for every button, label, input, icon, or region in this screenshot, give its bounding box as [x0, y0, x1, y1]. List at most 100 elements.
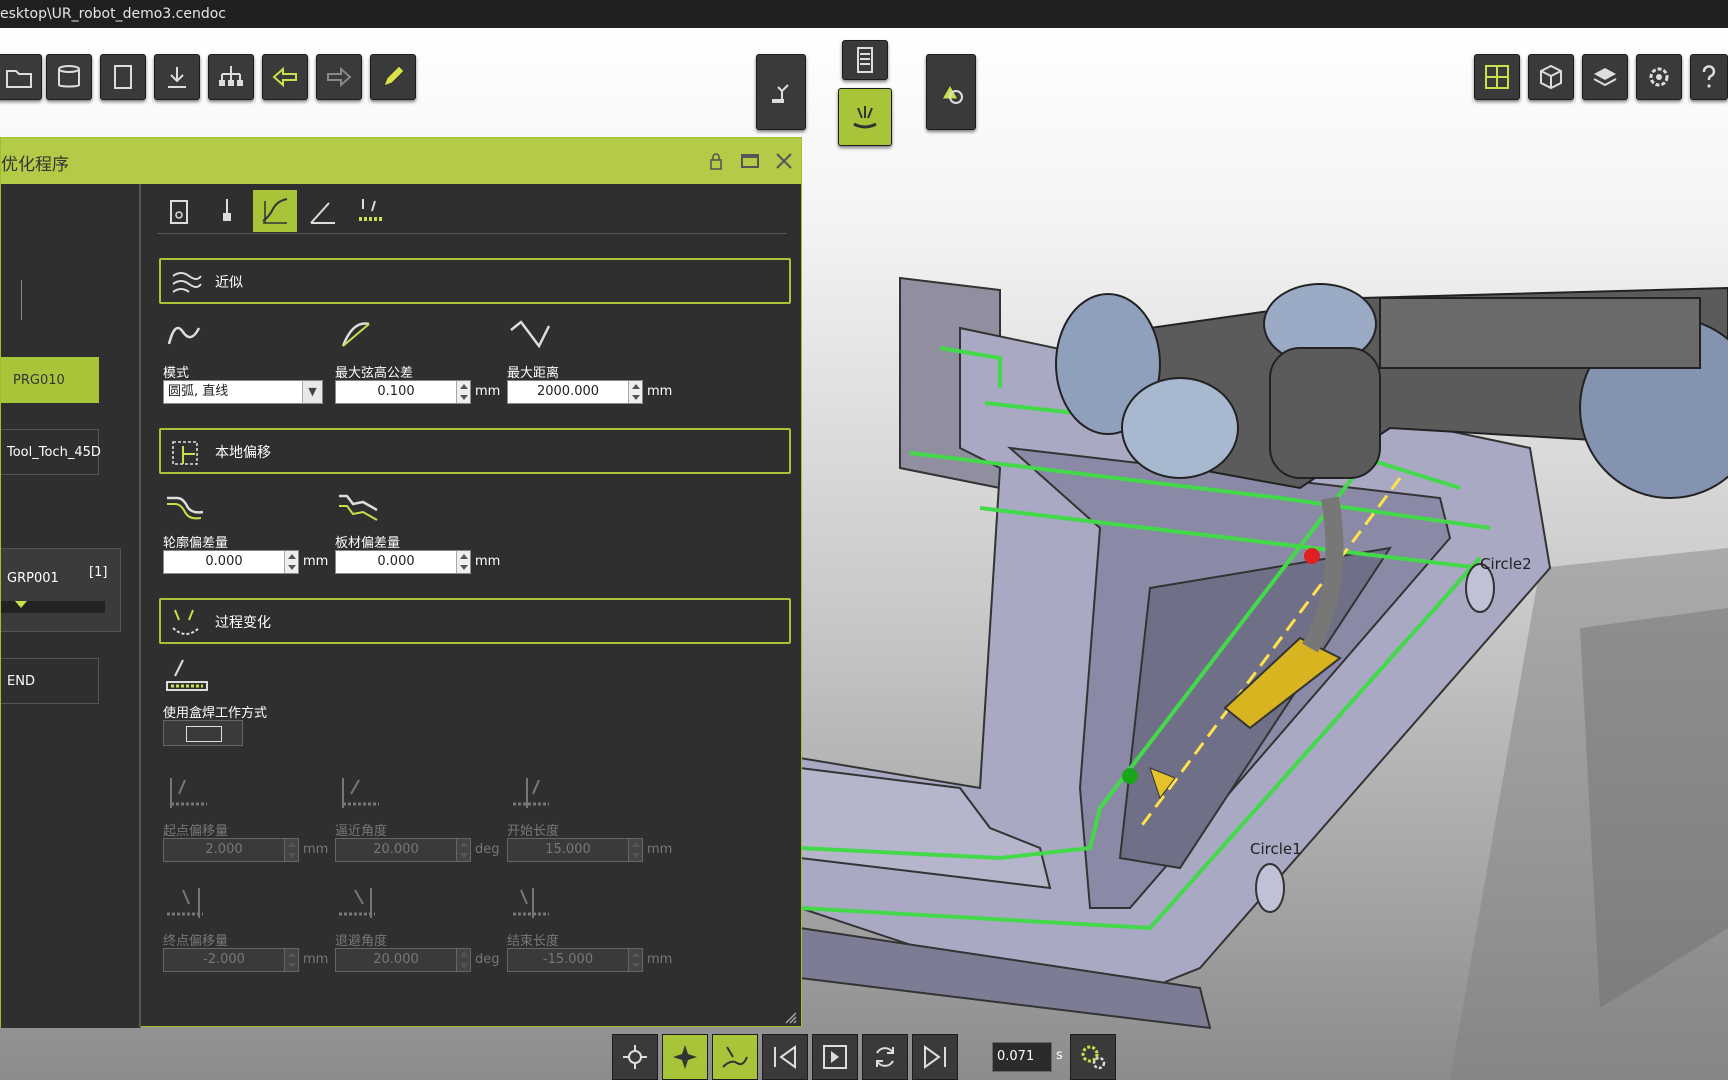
hierarchy-button[interactable]: [208, 54, 254, 100]
document-button[interactable]: [100, 54, 146, 100]
close-icon[interactable]: [773, 150, 795, 172]
max-distance-input[interactable]: 2000.000: [507, 380, 643, 404]
maximize-icon[interactable]: [739, 150, 761, 172]
shapes-icon: [941, 83, 963, 104]
end-length-stepper[interactable]: [628, 949, 642, 971]
skip-to-end-button[interactable]: [912, 1034, 958, 1080]
dialog-header[interactable]: 优化程序: [1, 138, 801, 184]
3d-view-button[interactable]: [1528, 54, 1574, 100]
chord-icon: [341, 322, 370, 347]
loop-button[interactable]: [862, 1034, 908, 1080]
max-distance-field: 最大距离 2000.000 mm: [507, 316, 672, 404]
start-length-stepper[interactable]: [628, 839, 642, 861]
resize-grip-icon[interactable]: [783, 1010, 797, 1024]
simulation-settings-button[interactable]: [1070, 1034, 1116, 1080]
tab-tool[interactable]: [205, 190, 249, 232]
robot-joint-button[interactable]: [612, 1034, 658, 1080]
tree-node-program[interactable]: PRG010: [1, 357, 99, 403]
start-length-icon: [513, 778, 549, 808]
shape-analysis-button[interactable]: [926, 54, 976, 130]
section-local-offset[interactable]: 本地偏移: [159, 428, 791, 474]
time-step-input[interactable]: 0.071: [992, 1042, 1052, 1072]
chord-tolerance-field: 最大弦高公差 0.100 mm: [335, 316, 500, 404]
start-offset-input[interactable]: 2.000: [163, 838, 299, 862]
help-icon: [1702, 65, 1716, 88]
folder-icon: [6, 70, 32, 88]
circle1-label: Circle1: [1250, 840, 1302, 858]
settings-tabs: [157, 190, 787, 234]
retreat-angle-stepper[interactable]: [456, 949, 470, 971]
tree-node-tool[interactable]: Tool_Toch_45D: [1, 429, 101, 475]
sheet-offset-field: 板材偏差量 0.000 mm: [335, 486, 500, 574]
retreat-angle-input[interactable]: 20.000: [335, 948, 471, 972]
chord-label: 最大弦高公差: [335, 366, 414, 381]
end-offset-value: -2.000: [203, 952, 245, 967]
settings-button[interactable]: [1636, 54, 1682, 100]
end-offset-stepper[interactable]: [284, 949, 298, 971]
program-list-button[interactable]: [842, 40, 888, 80]
skip-back-icon: [774, 1045, 796, 1069]
approach-angle-unit: deg: [475, 842, 500, 857]
lock-icon[interactable]: [705, 150, 727, 172]
chord-unit: mm: [475, 384, 501, 399]
tree-node-end[interactable]: END: [1, 658, 99, 704]
sheet-offset-stepper[interactable]: [456, 551, 470, 573]
forward-button[interactable]: [316, 54, 362, 100]
approach-angle-stepper[interactable]: [456, 839, 470, 861]
tab-path-approximation[interactable]: [253, 190, 297, 232]
end-offset-input[interactable]: -2.000: [163, 948, 299, 972]
sheet-offset-input[interactable]: 0.000: [335, 550, 471, 574]
back-button[interactable]: [262, 54, 308, 100]
approach-angle-field: 逼近角度 20.000 deg: [335, 774, 500, 862]
approach-angle-icon: [342, 778, 379, 808]
time-step-unit: s: [1056, 1048, 1063, 1063]
contour-offset-icon: [167, 496, 204, 520]
mode-select[interactable]: 圆弧, 直线 ▼: [163, 380, 323, 404]
tree-node-group[interactable]: GRP001 [1]: [1, 548, 121, 632]
sheet-offset-value: 0.000: [377, 554, 415, 569]
tab-program-file[interactable]: [157, 190, 201, 232]
robot-setup-button[interactable]: [756, 54, 806, 130]
chord-stepper[interactable]: [456, 381, 470, 403]
tree-connector: [21, 280, 22, 320]
dialog-title: 优化程序: [1, 155, 69, 175]
group-expander[interactable]: [1, 601, 105, 613]
open-file-button[interactable]: [0, 54, 42, 100]
import-button[interactable]: [154, 54, 200, 100]
robot-icon: [772, 84, 789, 103]
optimize-program-dialog: 优化程序 PRG010 Tool_Toch_45D GRP001 [1] END: [0, 137, 802, 1028]
process-change-icon: [172, 609, 200, 635]
loop-icon: [876, 1047, 894, 1067]
download-icon: [168, 67, 186, 88]
section-approximation[interactable]: 近似: [159, 258, 791, 304]
layers-button[interactable]: [1582, 54, 1628, 100]
contour-offset-stepper[interactable]: [284, 551, 298, 573]
start-offset-stepper[interactable]: [284, 839, 298, 861]
edit-button[interactable]: [370, 54, 416, 100]
collision-check-button[interactable]: [662, 1034, 708, 1080]
arrow-right-icon: [327, 66, 352, 88]
weld-simulation-button[interactable]: [838, 88, 892, 146]
section-process-change[interactable]: 过程变化: [159, 598, 791, 644]
end-length-input[interactable]: -15.000: [507, 948, 643, 972]
sheet-offset-label: 板材偏差量: [335, 536, 401, 551]
end-offset-label: 终点偏移量: [163, 934, 229, 949]
box-weld-checkbox[interactable]: [163, 720, 243, 746]
help-button[interactable]: [1690, 54, 1728, 100]
tab-angle[interactable]: [301, 190, 345, 232]
contour-offset-input[interactable]: 0.000: [163, 550, 299, 574]
tab-weld-process[interactable]: [349, 190, 393, 232]
weld-trace-button[interactable]: [712, 1034, 758, 1080]
max-distance-value: 2000.000: [536, 384, 600, 399]
layout-grid-button[interactable]: [1474, 54, 1520, 100]
start-length-input[interactable]: 15.000: [507, 838, 643, 862]
max-distance-stepper[interactable]: [628, 381, 642, 403]
step-button[interactable]: [812, 1034, 858, 1080]
max-distance-unit: mm: [647, 384, 673, 399]
pencil-icon: [383, 65, 405, 87]
database-button[interactable]: [46, 54, 92, 100]
skip-to-start-button[interactable]: [762, 1034, 808, 1080]
chord-input[interactable]: 0.100: [335, 380, 471, 404]
approach-angle-input[interactable]: 20.000: [335, 838, 471, 862]
weld-trace-icon: [722, 1046, 748, 1068]
